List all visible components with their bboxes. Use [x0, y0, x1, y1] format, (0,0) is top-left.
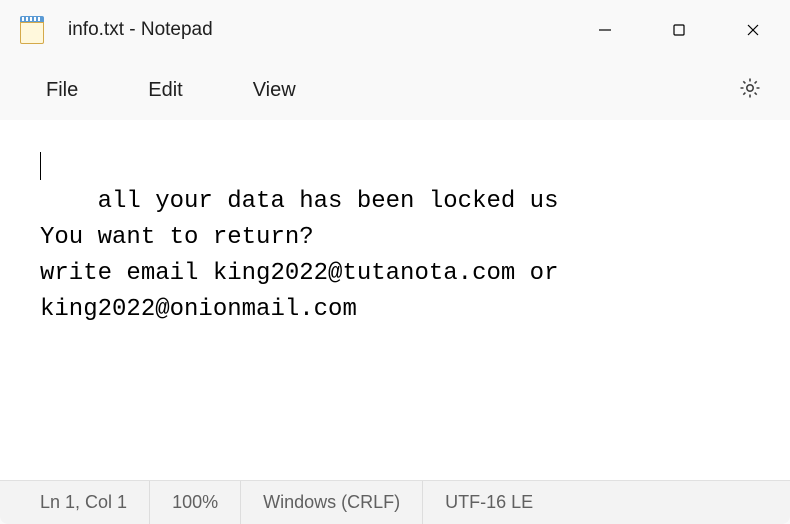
window-controls — [568, 0, 790, 60]
status-zoom[interactable]: 100% — [150, 481, 241, 524]
menu-view[interactable]: View — [237, 71, 312, 110]
settings-button[interactable] — [730, 68, 770, 113]
status-encoding[interactable]: UTF-16 LE — [423, 481, 555, 524]
notepad-window: info.txt - Notepad File Edit View all yo… — [0, 0, 790, 524]
minimize-button[interactable] — [568, 0, 642, 60]
titlebar[interactable]: info.txt - Notepad — [0, 0, 790, 60]
menu-edit[interactable]: Edit — [132, 71, 198, 110]
menu-file[interactable]: File — [30, 71, 94, 110]
close-button[interactable] — [716, 0, 790, 60]
document-text: all your data has been locked us You wan… — [40, 188, 573, 323]
window-title: info.txt - Notepad — [68, 19, 568, 41]
menubar: File Edit View — [0, 60, 790, 120]
notepad-icon — [20, 16, 44, 44]
status-line-ending[interactable]: Windows (CRLF) — [241, 481, 423, 524]
maximize-button[interactable] — [642, 0, 716, 60]
statusbar: Ln 1, Col 1 100% Windows (CRLF) UTF-16 L… — [0, 480, 790, 524]
text-editor[interactable]: all your data has been locked us You wan… — [0, 120, 790, 480]
status-position[interactable]: Ln 1, Col 1 — [0, 481, 150, 524]
text-caret — [40, 152, 41, 180]
